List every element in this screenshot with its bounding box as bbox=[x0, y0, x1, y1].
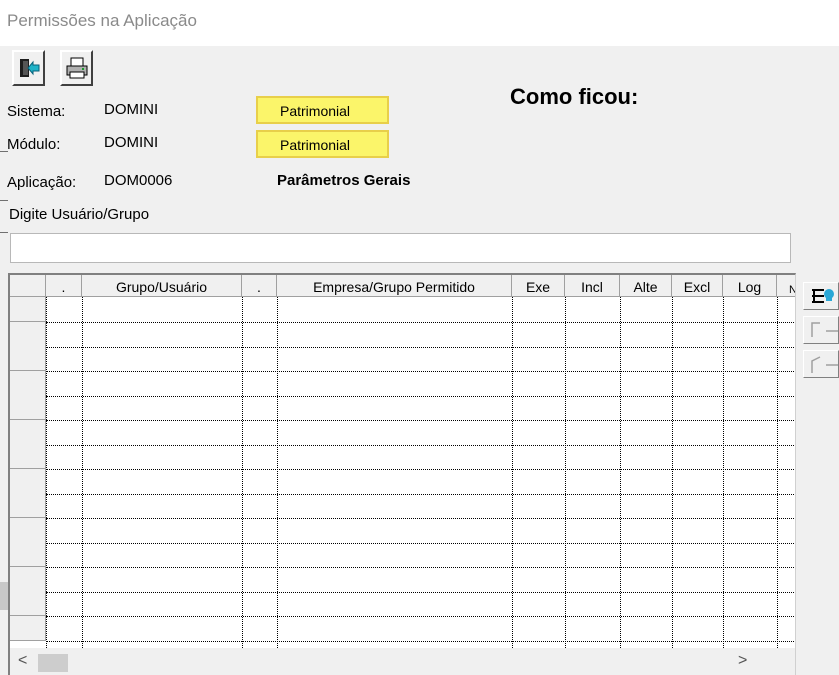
table-row[interactable] bbox=[46, 322, 795, 323]
row-indicator[interactable] bbox=[10, 395, 46, 420]
column-divider bbox=[672, 297, 673, 648]
window-title: Permissões na Aplicação bbox=[7, 11, 197, 30]
table-row[interactable] bbox=[46, 518, 795, 519]
scroll-left-arrow[interactable]: < bbox=[18, 652, 27, 670]
row-indicator[interactable] bbox=[10, 493, 46, 518]
table-row[interactable] bbox=[46, 592, 795, 593]
column-header-incl[interactable]: Incl bbox=[565, 275, 620, 297]
column-divider bbox=[777, 297, 778, 648]
table-row[interactable] bbox=[46, 469, 795, 470]
add-user-button[interactable] bbox=[803, 282, 839, 310]
left-edge-fragment bbox=[0, 232, 8, 233]
print-icon bbox=[66, 57, 87, 79]
row-indicator[interactable] bbox=[10, 567, 46, 592]
column-divider bbox=[82, 297, 83, 648]
table-row[interactable] bbox=[46, 494, 795, 495]
table-row[interactable] bbox=[46, 420, 795, 421]
column-divider bbox=[512, 297, 513, 648]
search-label: Digite Usuário/Grupo bbox=[9, 206, 150, 223]
scrollbar-thumb[interactable] bbox=[38, 654, 68, 672]
result-heading: Como ficou: bbox=[510, 84, 639, 109]
column-divider bbox=[565, 297, 566, 648]
row-indicator[interactable] bbox=[10, 518, 46, 543]
column-divider bbox=[723, 297, 724, 648]
column-header-log[interactable]: Log bbox=[723, 275, 777, 297]
aplicacao-value: DOM0006 bbox=[104, 172, 173, 189]
user-group-search-input[interactable] bbox=[10, 233, 791, 263]
row-indicator[interactable] bbox=[10, 371, 46, 396]
grid-corner-header bbox=[10, 275, 46, 297]
sistema-description: Patrimonial bbox=[256, 96, 389, 124]
column-divider bbox=[620, 297, 621, 648]
table-row[interactable] bbox=[46, 445, 795, 446]
scroll-right-arrow[interactable]: > bbox=[738, 652, 747, 670]
column-header-company-group[interactable]: Empresa/Grupo Permitido bbox=[277, 275, 512, 297]
sistema-value: DOMINI bbox=[104, 101, 159, 118]
table-row[interactable] bbox=[46, 543, 795, 544]
row-indicator[interactable] bbox=[10, 542, 46, 567]
move-right-button[interactable] bbox=[803, 316, 839, 344]
column-divider bbox=[277, 297, 278, 648]
modulo-value: DOMINI bbox=[104, 134, 159, 151]
exit-button[interactable] bbox=[12, 50, 45, 86]
aplicacao-description: Parâmetros Gerais bbox=[277, 172, 411, 189]
add-user-icon bbox=[812, 289, 834, 303]
left-edge-fragment bbox=[0, 200, 8, 201]
row-indicator[interactable] bbox=[10, 420, 46, 445]
column-header-alte[interactable]: Alte bbox=[620, 275, 672, 297]
table-row[interactable] bbox=[46, 347, 795, 348]
move-left-button[interactable] bbox=[803, 350, 839, 378]
print-button[interactable] bbox=[60, 50, 93, 86]
column-header-select[interactable]: . bbox=[46, 275, 82, 297]
column-header-exe[interactable]: Exe bbox=[512, 275, 565, 297]
exit-door-icon bbox=[19, 59, 39, 77]
column-divider bbox=[46, 297, 47, 648]
column-header-partial[interactable]: N bbox=[777, 275, 795, 297]
column-header-group-user[interactable]: Grupo/Usuário bbox=[82, 275, 242, 297]
modulo-description: Patrimonial bbox=[256, 130, 389, 158]
row-indicator[interactable] bbox=[10, 297, 46, 322]
table-row[interactable] bbox=[46, 371, 795, 372]
permissions-grid[interactable]: . Grupo/Usuário . Empresa/Grupo Permitid… bbox=[8, 273, 796, 675]
modulo-label: Módulo: bbox=[7, 136, 61, 153]
aplicacao-label: Aplicação: bbox=[7, 174, 77, 191]
move-left-icon bbox=[811, 356, 838, 373]
row-indicator[interactable] bbox=[10, 469, 46, 494]
row-indicator[interactable] bbox=[10, 616, 46, 641]
row-indicator[interactable] bbox=[10, 346, 46, 371]
left-edge-fragment bbox=[0, 582, 8, 610]
table-row[interactable] bbox=[46, 567, 795, 568]
left-edge-fragment bbox=[0, 151, 8, 152]
table-row[interactable] bbox=[46, 396, 795, 397]
horizontal-scrollbar[interactable]: < > bbox=[10, 648, 795, 675]
sistema-label: Sistema: bbox=[7, 103, 66, 120]
table-row[interactable] bbox=[46, 641, 795, 642]
move-right-icon bbox=[811, 322, 838, 337]
row-indicator[interactable] bbox=[10, 322, 46, 347]
row-indicator[interactable] bbox=[10, 591, 46, 616]
table-row[interactable] bbox=[46, 616, 795, 617]
row-indicator[interactable] bbox=[10, 444, 46, 469]
title-bar: Permissões na Aplicação bbox=[0, 0, 839, 46]
column-header-excl[interactable]: Excl bbox=[672, 275, 723, 297]
column-divider bbox=[242, 297, 243, 648]
column-header-flag[interactable]: . bbox=[242, 275, 277, 297]
